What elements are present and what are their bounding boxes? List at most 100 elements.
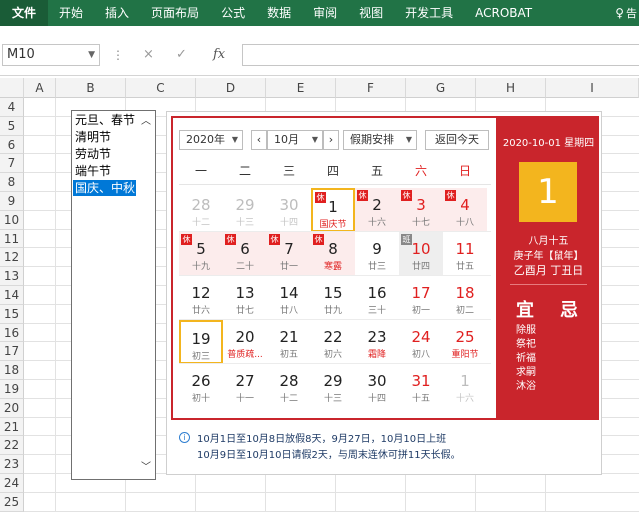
- calendar-day[interactable]: 26 初十: [179, 364, 223, 408]
- year-select[interactable]: 2020年 ▼: [179, 130, 243, 150]
- select-all-corner[interactable]: [0, 78, 24, 98]
- tab-home[interactable]: 开始: [48, 0, 94, 26]
- calendar-day[interactable]: 1 十六: [443, 364, 487, 408]
- calendar-day[interactable]: 27 十一: [223, 364, 267, 408]
- row-header[interactable]: 16: [0, 323, 24, 343]
- calendar-day[interactable]: 28 十二: [267, 364, 311, 408]
- calendar-day[interactable]: 休 6 二十: [223, 232, 267, 276]
- row-header[interactable]: 18: [0, 361, 24, 380]
- calendar-day[interactable]: 休 4 十八: [443, 188, 487, 232]
- calendar-day[interactable]: 30 十四: [355, 364, 399, 408]
- list-item[interactable]: 元旦、春节: [73, 112, 136, 128]
- list-item[interactable]: 劳动节: [73, 146, 136, 162]
- calendar-day[interactable]: 17 初一: [399, 276, 443, 320]
- calendar-day[interactable]: 19 初三: [179, 320, 223, 364]
- column-header-g[interactable]: G: [406, 78, 476, 98]
- tab-formulas[interactable]: 公式: [210, 0, 256, 26]
- row-header[interactable]: 17: [0, 342, 24, 362]
- column-header-d[interactable]: D: [196, 78, 266, 98]
- more-icon[interactable]: ⋮: [112, 44, 124, 66]
- row-header[interactable]: 19: [0, 380, 24, 399]
- column-header-h[interactable]: H: [476, 78, 546, 98]
- calendar-day[interactable]: 29 十三: [311, 364, 355, 408]
- lunar-label: 初六: [323, 350, 342, 360]
- row-header[interactable]: 22: [0, 436, 24, 456]
- calendar-day[interactable]: 29 十三: [223, 188, 267, 232]
- calendar-day[interactable]: 15 廿九: [311, 276, 355, 320]
- month-select[interactable]: 10月 ▼: [267, 130, 323, 150]
- tab-file[interactable]: 文件: [0, 0, 49, 26]
- row-header[interactable]: 15: [0, 304, 24, 324]
- today-button[interactable]: 返回今天: [425, 130, 489, 150]
- calendar-day[interactable]: 20 普质疏...: [223, 320, 267, 364]
- cancel-icon[interactable]: ×: [143, 44, 154, 66]
- tell-me[interactable]: ♀ 告: [615, 0, 639, 26]
- row-header[interactable]: 23: [0, 455, 24, 474]
- row-header[interactable]: 7: [0, 154, 24, 174]
- insert-function-icon[interactable]: fx: [213, 44, 225, 66]
- holiday-listbox[interactable]: 元旦、春节 清明节 劳动节 端午节 国庆、中秋 ︿ ﹀: [71, 110, 156, 480]
- calendar-day[interactable]: 16 三十: [355, 276, 399, 320]
- calendar-day[interactable]: 9 廿三: [355, 232, 399, 276]
- column-header-b[interactable]: B: [56, 78, 126, 98]
- tab-view[interactable]: 视图: [348, 0, 394, 26]
- calendar-day[interactable]: 21 初五: [267, 320, 311, 364]
- calendar-day[interactable]: 28 十二: [179, 188, 223, 232]
- name-box[interactable]: M10 ▼: [2, 44, 100, 66]
- calendar-day[interactable]: 23 霜降: [355, 320, 399, 364]
- row-header[interactable]: 8: [0, 173, 24, 192]
- row-header[interactable]: 10: [0, 210, 24, 230]
- tab-acrobat[interactable]: ACROBAT: [464, 0, 543, 26]
- calendar-day[interactable]: 22 初六: [311, 320, 355, 364]
- tab-insert[interactable]: 插入: [94, 0, 140, 26]
- tab-developer[interactable]: 开发工具: [394, 0, 464, 26]
- calendar-day[interactable]: 13 廿七: [223, 276, 267, 320]
- formula-input[interactable]: [242, 44, 639, 66]
- row-header[interactable]: 12: [0, 248, 24, 268]
- row-header[interactable]: 6: [0, 135, 24, 155]
- tab-review[interactable]: 审阅: [302, 0, 348, 26]
- row-header[interactable]: 14: [0, 286, 24, 305]
- calendar-day[interactable]: 休 7 廿一: [267, 232, 311, 276]
- calendar-day[interactable]: 休 3 十七: [399, 188, 443, 232]
- calendar-day[interactable]: 12 廿六: [179, 276, 223, 320]
- calendar-day[interactable]: 25 重阳节: [443, 320, 487, 364]
- row-header[interactable]: 24: [0, 474, 24, 493]
- prev-month-button[interactable]: ‹: [251, 130, 267, 150]
- calendar-day[interactable]: 班 10 廿四: [399, 232, 443, 276]
- calendar-day[interactable]: 30 十四: [267, 188, 311, 232]
- calendar-day[interactable]: 11 廿五: [443, 232, 487, 276]
- calendar-day[interactable]: 休 2 十六: [355, 188, 399, 232]
- scroll-down-icon[interactable]: ﹀: [139, 461, 153, 475]
- row-header[interactable]: 9: [0, 192, 24, 211]
- list-item[interactable]: 端午节: [73, 163, 136, 179]
- column-header-e[interactable]: E: [266, 78, 336, 98]
- column-header-i[interactable]: I: [546, 78, 639, 98]
- row-header[interactable]: 20: [0, 398, 24, 418]
- calendar-day[interactable]: 18 初二: [443, 276, 487, 320]
- calendar-day[interactable]: 休 8 寒露: [311, 232, 355, 276]
- row-header[interactable]: 21: [0, 417, 24, 437]
- column-header-a[interactable]: A: [24, 78, 56, 98]
- calendar-day[interactable]: 休 5 十九: [179, 232, 223, 276]
- row-header[interactable]: 13: [0, 267, 24, 286]
- calendar-day-today[interactable]: 休 1 国庆节: [311, 188, 355, 232]
- tab-data[interactable]: 数据: [256, 0, 302, 26]
- row-header[interactable]: 5: [0, 116, 24, 136]
- calendar-day[interactable]: 14 廿八: [267, 276, 311, 320]
- chevron-down-icon[interactable]: ▼: [88, 45, 95, 65]
- next-month-button[interactable]: ›: [323, 130, 339, 150]
- scroll-up-icon[interactable]: ︿: [139, 115, 153, 129]
- calendar-day[interactable]: 24 初八: [399, 320, 443, 364]
- calendar-day[interactable]: 31 十五: [399, 364, 443, 408]
- row-header[interactable]: 4: [0, 98, 24, 117]
- list-item-selected[interactable]: 国庆、中秋: [73, 180, 136, 196]
- holiday-select[interactable]: 假期安排 ▼: [343, 130, 417, 150]
- enter-icon[interactable]: ✓: [176, 44, 187, 66]
- list-item[interactable]: 清明节: [73, 129, 136, 145]
- column-header-f[interactable]: F: [336, 78, 406, 98]
- column-header-c[interactable]: C: [126, 78, 196, 98]
- tab-page-layout[interactable]: 页面布局: [140, 0, 210, 26]
- row-header[interactable]: 25: [0, 492, 24, 512]
- row-header[interactable]: 11: [0, 229, 24, 249]
